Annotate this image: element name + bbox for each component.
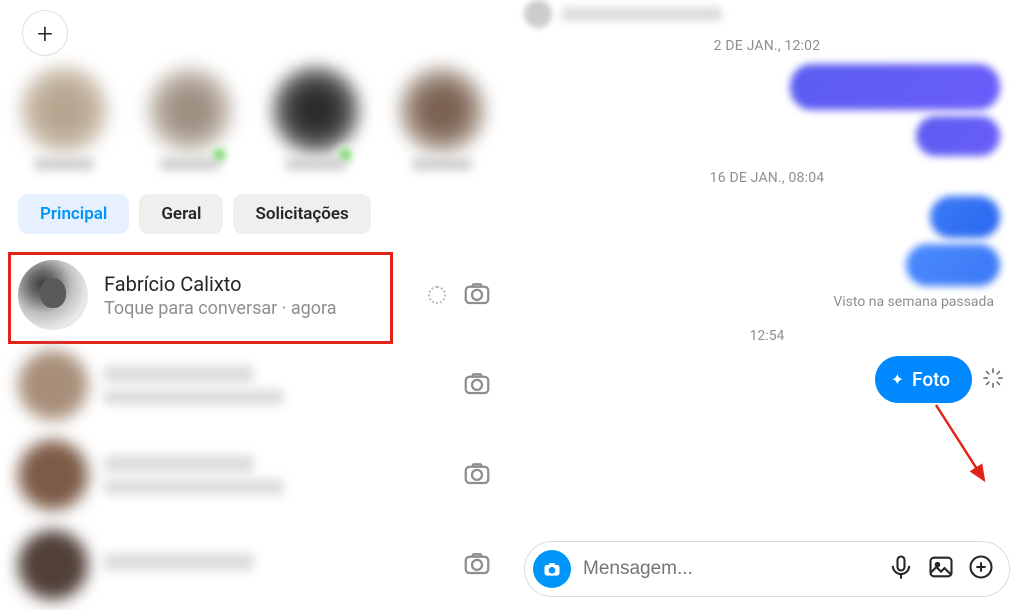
message-input-bar <box>524 541 1010 597</box>
sparkle-icon: ✦ <box>891 370 904 389</box>
timestamp: 16 DE JAN., 08:04 <box>524 170 1010 186</box>
chat-header-title <box>562 7 722 21</box>
chat-subtitle: Toque para conversar · agora <box>104 298 412 319</box>
story-avatar[interactable] <box>398 66 486 154</box>
message-input[interactable] <box>583 558 875 580</box>
story-avatar[interactable] <box>272 66 360 154</box>
sent-message-bubble[interactable] <box>916 116 1000 156</box>
story-label <box>34 158 94 170</box>
stories-row <box>0 56 510 188</box>
timestamp: 12:54 <box>524 328 1010 344</box>
chat-row[interactable] <box>0 520 510 610</box>
chat-row[interactable] <box>0 430 510 520</box>
chat-name: Fabrício Calixto <box>104 272 412 296</box>
timestamp: 2 DE JAN., 12:02 <box>524 38 1010 54</box>
new-story-button[interactable]: + <box>22 10 68 56</box>
chat-name <box>104 455 254 473</box>
foto-label: Foto <box>912 368 950 391</box>
story-avatar[interactable] <box>20 66 108 154</box>
avatar[interactable] <box>18 440 88 510</box>
chat-subtitle <box>104 389 284 405</box>
story-label <box>412 158 472 170</box>
camera-icon[interactable] <box>462 278 492 312</box>
camera-button[interactable] <box>533 550 571 588</box>
tab-solicitacoes[interactable]: Solicitações <box>233 194 370 234</box>
camera-icon[interactable] <box>462 458 492 492</box>
story-label <box>286 158 346 170</box>
avatar[interactable] <box>18 350 88 420</box>
sent-message-bubble[interactable] <box>906 244 1000 286</box>
inbox-tabs: Principal Geral Solicitações <box>0 194 510 234</box>
inbox-panel: + Principal Geral So <box>0 0 510 607</box>
chat-row[interactable]: Fabrício Calixto Toque para conversar · … <box>0 250 510 340</box>
view-photo-button[interactable]: ✦ Foto <box>875 356 972 403</box>
avatar <box>524 0 552 28</box>
annotation-arrow <box>926 400 996 494</box>
microphone-icon[interactable] <box>887 553 915 585</box>
chat-name <box>104 365 254 383</box>
tab-principal[interactable]: Principal <box>18 194 129 234</box>
camera-icon[interactable] <box>462 548 492 582</box>
avatar[interactable] <box>18 260 88 330</box>
story-label <box>160 158 220 170</box>
tab-geral[interactable]: Geral <box>139 194 223 234</box>
loading-spinner-icon <box>982 367 1004 393</box>
conversation-panel: 2 DE JAN., 12:02 16 DE JAN., 08:04 Visto… <box>510 0 1024 607</box>
chat-name <box>104 553 254 571</box>
chat-row[interactable] <box>0 340 510 430</box>
chat-subtitle <box>104 479 284 495</box>
avatar[interactable] <box>18 530 88 600</box>
sent-message-bubble[interactable] <box>790 64 1000 110</box>
camera-icon[interactable] <box>462 368 492 402</box>
status-indicator-icon <box>428 286 446 304</box>
gallery-icon[interactable] <box>927 553 955 585</box>
seen-status: Visto na semana passada <box>524 294 1010 310</box>
sent-message-bubble[interactable] <box>930 196 1000 238</box>
plus-icon[interactable] <box>967 553 995 585</box>
chat-list: Fabrício Calixto Toque para conversar · … <box>0 250 510 610</box>
chat-header[interactable] <box>524 4 1010 24</box>
story-avatar[interactable] <box>146 66 234 154</box>
